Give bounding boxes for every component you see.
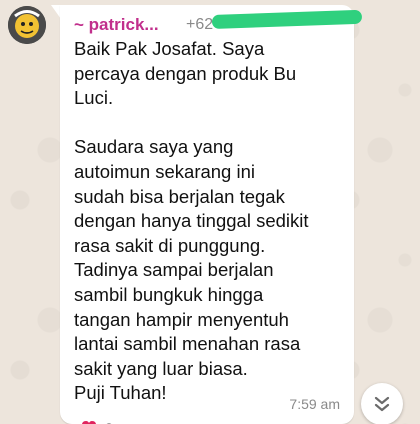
reaction-badge[interactable] [78, 416, 120, 424]
message-line: rasa sakit di punggung. [74, 234, 266, 256]
message-line: lantai sambil menahan rasa [74, 333, 301, 355]
contact-avatar-icon [8, 6, 46, 44]
message-text: Baik Pak Josafat. Saya percaya dengan pr… [74, 37, 344, 406]
message-line: tangan hampir menyentuh [74, 308, 289, 330]
phone-redaction [211, 9, 363, 29]
message-line: sudah bisa berjalan tegak [74, 185, 285, 207]
sender-row: ~ patrick... +62 [74, 9, 363, 37]
message-line: Baik Pak Josafat. Saya [74, 38, 265, 59]
message-timestamp: 7:59 am [289, 396, 340, 412]
double-chevron-down-icon [374, 396, 390, 412]
message-line: sakit yang luar biasa. [74, 357, 248, 379]
sender-phone: +62 [186, 16, 214, 33]
message-line: percaya dengan produk Bu [74, 62, 297, 84]
message-line: sambil bungkuk hingga [74, 283, 264, 305]
message-line: Saudara saya yang [74, 136, 234, 158]
avatar[interactable] [8, 6, 46, 44]
message-line: Luci. [74, 87, 114, 109]
message-bubble[interactable]: ~ patrick... +62 Baik Pak Josafat. Saya … [60, 5, 363, 424]
scroll-to-bottom-button[interactable] [361, 383, 403, 424]
sender-name[interactable]: ~ patrick... [74, 15, 159, 34]
message-line: autoimun sekarang ini [74, 160, 255, 182]
message-line: dengan hanya tinggal sedikit [74, 210, 309, 232]
heart-icon [82, 421, 112, 424]
message-line: Tadinya sampai berjalan [74, 259, 274, 281]
